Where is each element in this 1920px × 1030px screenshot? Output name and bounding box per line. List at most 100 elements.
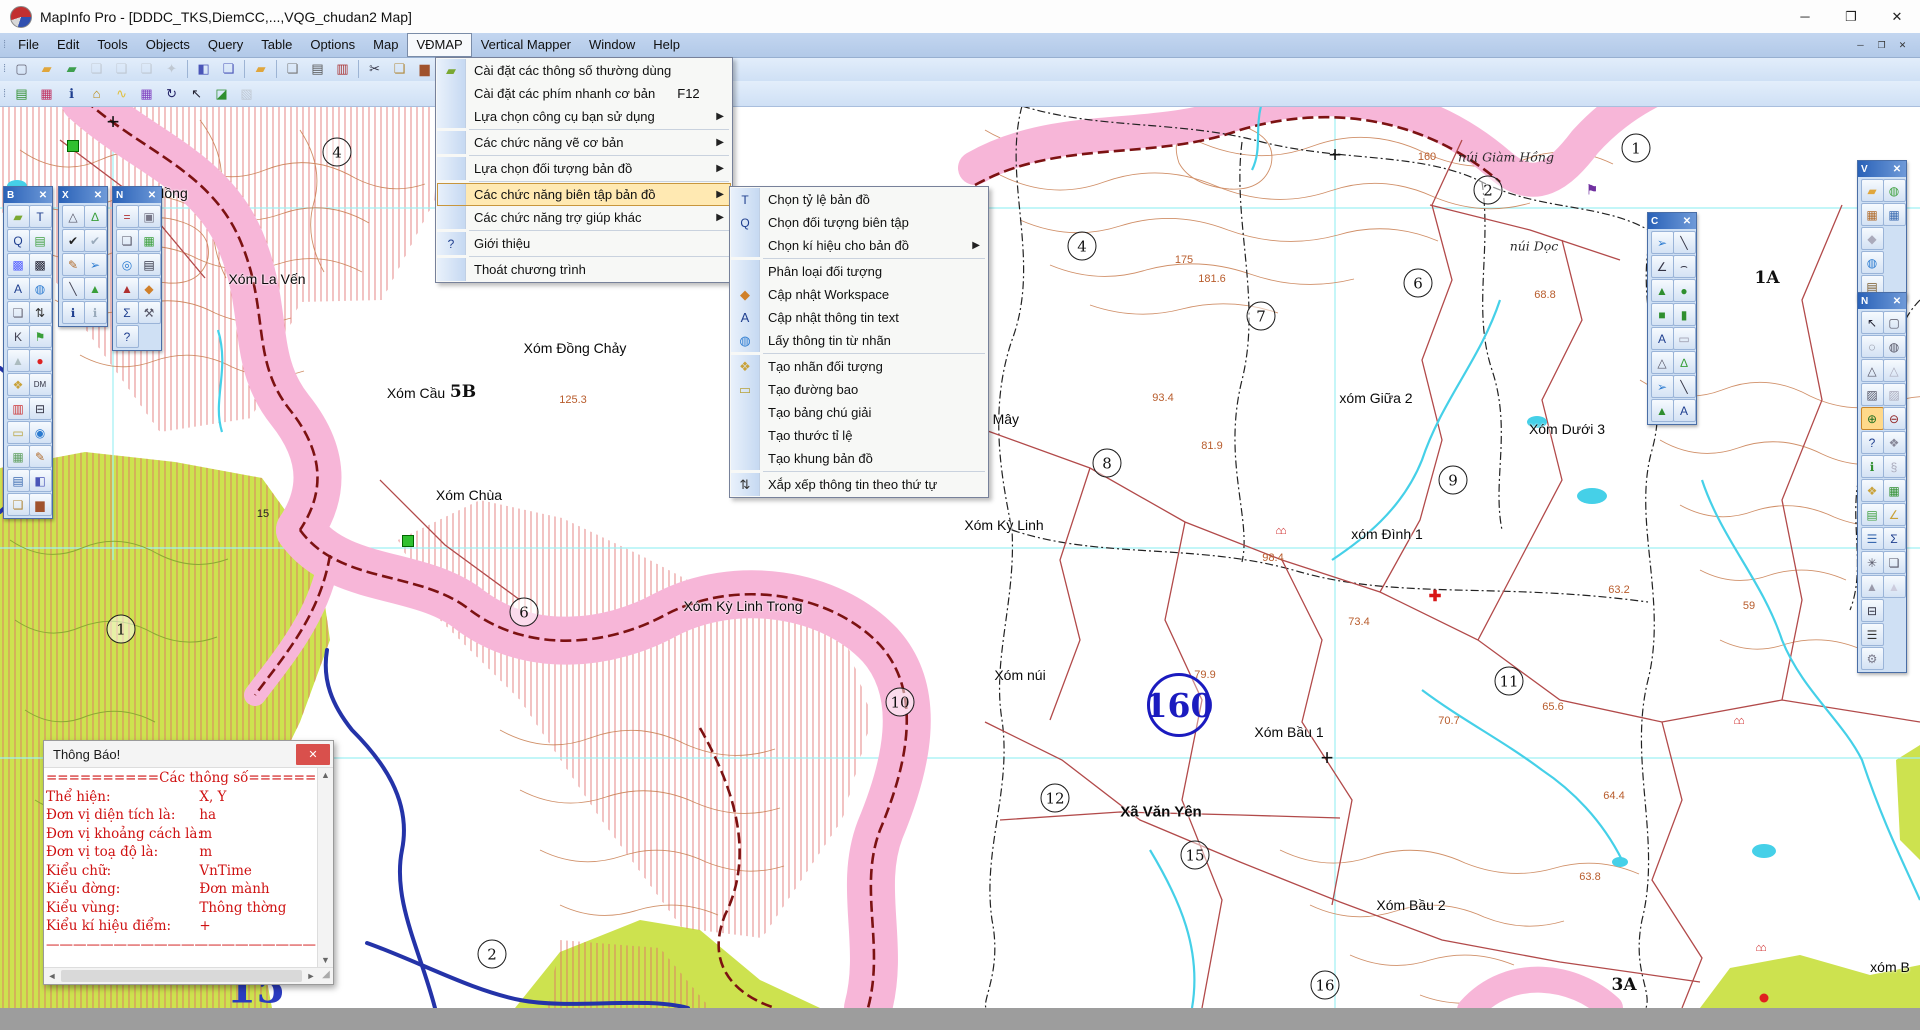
save-disk-icon[interactable]: ◧	[192, 58, 215, 80]
shield-icon[interactable]: ◆	[138, 277, 161, 300]
save-disk-icon[interactable]: ◧	[29, 469, 52, 492]
reshape-add-icon[interactable]: ∆	[1673, 351, 1696, 374]
print-window-icon[interactable]: ❏	[281, 58, 304, 80]
map-pencil-icon[interactable]: ▦	[1861, 203, 1884, 226]
submenu-item[interactable]: QChọn đối tượng biên tập	[731, 211, 987, 234]
pin-arrow-icon[interactable]: ➢	[1651, 375, 1674, 398]
hatch-2-icon[interactable]: ▨	[1883, 383, 1906, 406]
dialog-title-bar[interactable]: Thông Báo! ✕	[44, 741, 333, 768]
reshape-icon[interactable]: △	[1651, 351, 1674, 374]
printer-icon[interactable]: ▤	[306, 58, 329, 80]
workspace-folder-icon[interactable]: ▰	[7, 205, 30, 228]
menubar-item-tools[interactable]: Tools	[88, 33, 136, 57]
clip-gray-icon[interactable]: §	[1883, 455, 1906, 478]
line-icon[interactable]: ╲	[1673, 231, 1696, 254]
palette-title-bar[interactable]: N✕	[1858, 293, 1906, 309]
minimize-button[interactable]: ─	[1782, 1, 1828, 33]
window-gray-icon[interactable]: ❏	[85, 58, 108, 80]
flag-icon[interactable]: ⚑	[29, 325, 52, 348]
new-doc-icon[interactable]: ▢	[10, 58, 33, 80]
equals-icon[interactable]: =	[116, 205, 139, 228]
child-minimize-button[interactable]: ─	[1851, 37, 1870, 54]
window-gray-icon[interactable]: ❏	[110, 58, 133, 80]
scroll-up-icon[interactable]: ▲	[321, 770, 330, 780]
menubar-item-edit[interactable]: Edit	[48, 33, 88, 57]
select-poly-icon[interactable]: △	[1861, 359, 1884, 382]
pencil-icon[interactable]: ✎	[62, 253, 85, 276]
open-folder-icon[interactable]: ▰	[35, 58, 58, 80]
letter-K-icon[interactable]: K	[7, 325, 30, 348]
cut-icon[interactable]: ✂	[363, 58, 386, 80]
zoom-in-icon[interactable]: ⊕	[1861, 407, 1884, 430]
info-white-icon[interactable]: ℹ	[62, 301, 85, 324]
list-icon[interactable]: ☰	[1861, 623, 1884, 646]
text-style-icon[interactable]: A	[7, 277, 30, 300]
menubar-item-vertical-mapper[interactable]: Vertical Mapper	[472, 33, 580, 57]
node-gear-icon[interactable]: ✳	[1861, 551, 1884, 574]
traffic-light-icon[interactable]: ▥	[7, 397, 30, 420]
scroll-down-icon[interactable]: ▼	[321, 955, 330, 965]
submenu-item[interactable]: ◍Lấy thông tin từ nhãn	[731, 329, 987, 352]
layers-icon[interactable]: ▤	[29, 229, 52, 252]
submenu-item[interactable]: Chọn kí hiệu cho bản đồ▶	[731, 234, 987, 257]
palette-close-icon[interactable]: ✕	[92, 190, 104, 201]
scroll-right-icon[interactable]: ►	[303, 971, 319, 981]
help-2-icon[interactable]: ?	[1861, 431, 1884, 454]
submenu-item[interactable]: ◆Cập nhật Workspace	[731, 283, 987, 306]
tile-windows-icon[interactable]: ❏	[7, 301, 30, 324]
select-poly-gray-icon[interactable]: △	[1883, 359, 1906, 382]
text-T-icon[interactable]: T	[29, 205, 52, 228]
text-arrow-icon[interactable]: A	[1673, 399, 1696, 422]
palette-title-bar[interactable]: X✕	[59, 187, 107, 203]
vdmap-menu-item[interactable]: Các chức năng biên tập bản đồ▶	[437, 183, 731, 206]
paste-clip-icon[interactable]: ▆	[413, 58, 436, 80]
menubar-item-table[interactable]: Table	[252, 33, 301, 57]
info-gray-icon[interactable]: ℹ	[84, 301, 107, 324]
palette-close-icon[interactable]: ✕	[1891, 164, 1903, 175]
layers-green-icon[interactable]: ▤	[10, 83, 33, 105]
layer-3d-icon[interactable]: ◪	[210, 83, 233, 105]
vdmap-menu-item[interactable]: Thoát chương trình	[437, 258, 731, 281]
palette-close-icon[interactable]: ✕	[1891, 296, 1903, 307]
hatch-1-icon[interactable]: ▨	[1861, 383, 1884, 406]
submenu-item[interactable]: ACập nhật thông tin text	[731, 306, 987, 329]
submenu-item[interactable]: TChọn tỷ lệ bản đồ	[731, 188, 987, 211]
reshape-icon[interactable]: △	[62, 205, 85, 228]
node-copy-icon[interactable]: ❏	[1883, 551, 1906, 574]
label-tag-icon[interactable]: ❖	[7, 373, 30, 396]
pencil-icon[interactable]: ✎	[29, 445, 52, 468]
hscroll-thumb[interactable]	[61, 970, 302, 982]
vdmap-menu-item[interactable]: ▰Cài đặt các thông số thường dùng	[437, 59, 731, 82]
rotate-view-icon[interactable]: ↻	[160, 83, 183, 105]
document-icon[interactable]: ▤	[138, 253, 161, 276]
window-gray-icon[interactable]: ❏	[135, 58, 158, 80]
select-arrow-2-icon[interactable]: ↖	[185, 83, 208, 105]
mountain-icon[interactable]: ▲	[116, 277, 139, 300]
house-info-icon[interactable]: ⌂	[85, 83, 108, 105]
palette-title-bar[interactable]: V✕	[1858, 161, 1906, 177]
child-close-button[interactable]: ✕	[1893, 37, 1912, 54]
open-table-icon[interactable]: ▰	[60, 58, 83, 80]
copy-pages-icon[interactable]: ❏	[7, 493, 30, 516]
menubar-item-window[interactable]: Window	[580, 33, 644, 57]
vdmap-menu-item[interactable]: Các chức năng vẽ cơ bản▶	[437, 131, 731, 154]
folder-map-icon[interactable]: ▰	[1861, 179, 1884, 202]
submenu-item[interactable]: Tạo bảng chú giải	[731, 401, 987, 424]
menubar-item-help[interactable]: Help	[644, 33, 689, 57]
frame-btn-icon[interactable]: ▭	[1673, 327, 1696, 350]
menubar-item-objects[interactable]: Objects	[137, 33, 199, 57]
print-export-icon[interactable]: ▥	[331, 58, 354, 80]
resize-grip-icon[interactable]: ◢	[319, 969, 333, 983]
sigma-icon[interactable]: Σ	[116, 301, 139, 324]
child-restore-button[interactable]: ❐	[1872, 37, 1891, 54]
submenu-item[interactable]: ⇅Xắp xếp thông tin theo thứ tự	[731, 473, 987, 496]
grid-red-icon[interactable]: ▦	[35, 83, 58, 105]
grid-chip-icon[interactable]: ▦	[7, 445, 30, 468]
info-2-icon[interactable]: ℹ	[1861, 455, 1884, 478]
check-icon[interactable]: ✔	[62, 229, 85, 252]
vdmap-menu-item[interactable]: Cài đặt các phím nhanh cơ bảnF12	[437, 82, 731, 105]
ellipse-icon[interactable]: ●	[1673, 279, 1696, 302]
scale-bar-icon[interactable]: ⊟	[29, 397, 52, 420]
sigma-2-icon[interactable]: Σ	[1883, 527, 1906, 550]
polygon-arrow-icon[interactable]: ▲	[1651, 399, 1674, 422]
